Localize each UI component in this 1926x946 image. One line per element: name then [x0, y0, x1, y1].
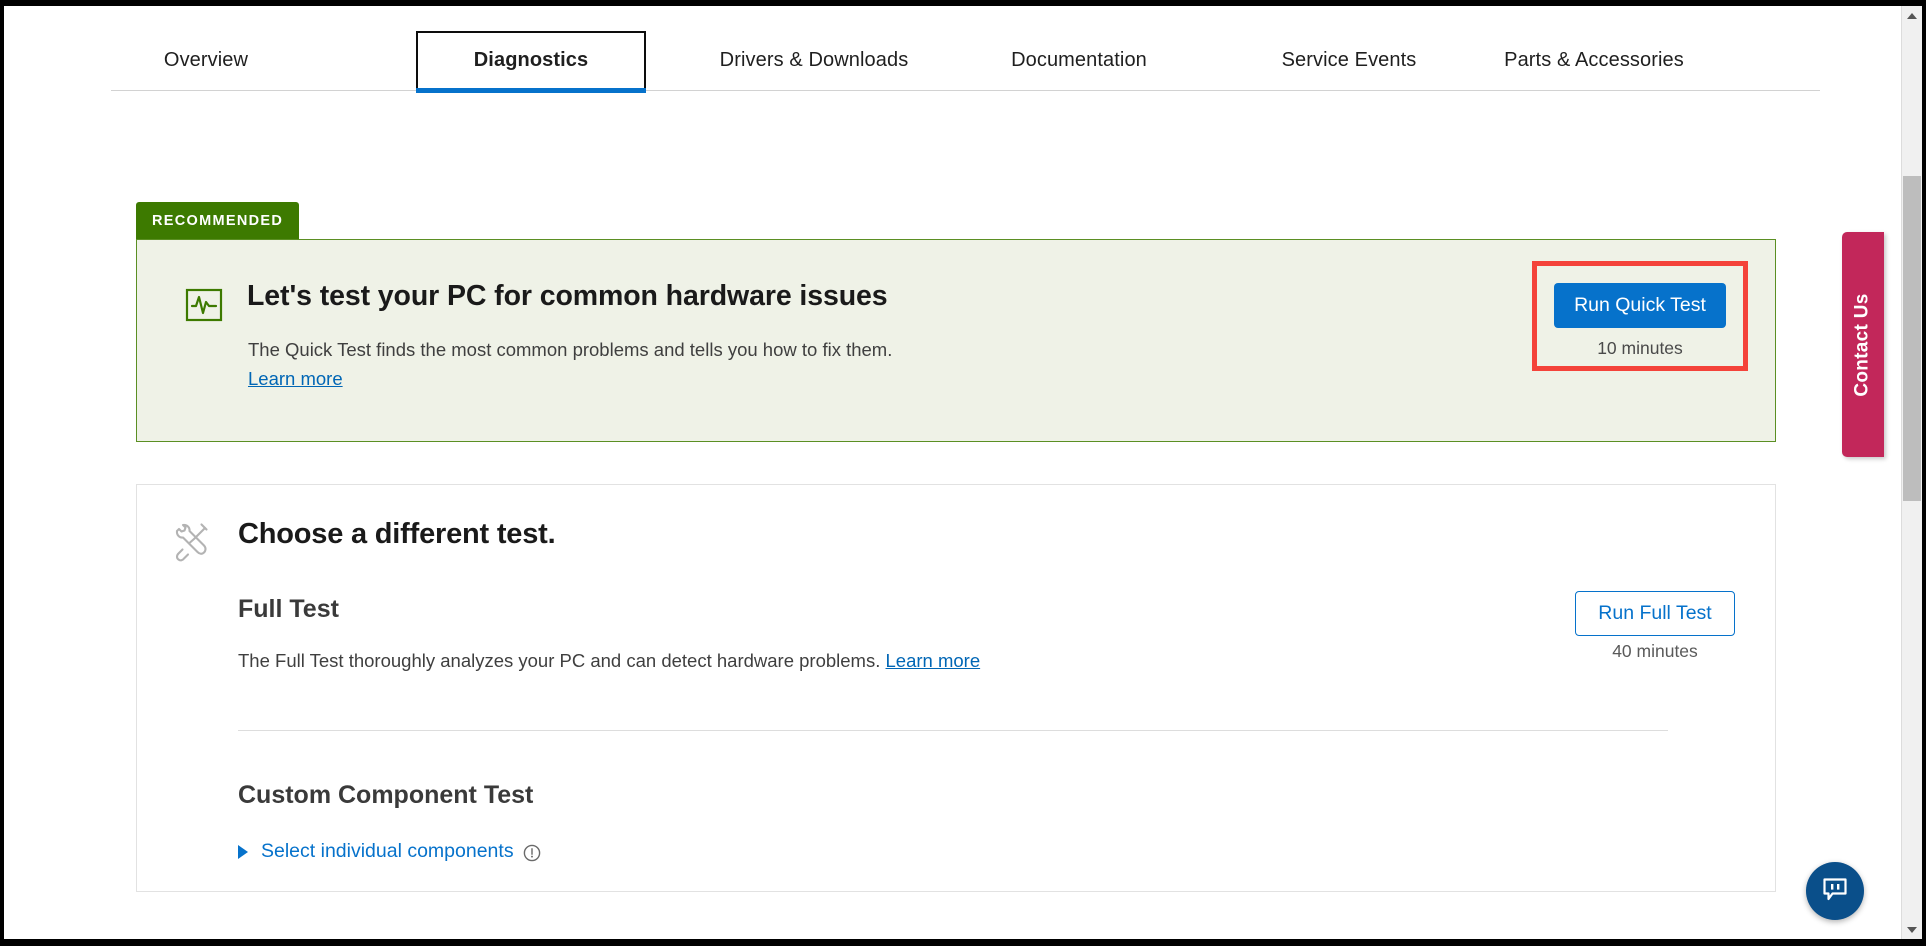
product-tab-bar: Overview Diagnostics Drivers & Downloads…: [4, 6, 1884, 93]
full-test-description: The Full Test thoroughly analyzes your P…: [238, 650, 980, 672]
full-test-description-text: The Full Test thoroughly analyzes your P…: [238, 650, 881, 671]
scroll-up-arrow-glyph: [1907, 12, 1917, 19]
contact-us-tab[interactable]: Contact Us: [1842, 232, 1884, 457]
tab-bar-divider: [111, 90, 1820, 91]
pulse-monitor-icon: [185, 286, 223, 324]
tab-service-events[interactable]: Service Events: [1244, 31, 1454, 90]
quick-test-title: Let's test your PC for common hardware i…: [247, 280, 888, 312]
chat-bubble-icon: [1820, 874, 1850, 909]
quick-test-card: Let's test your PC for common hardware i…: [136, 239, 1776, 442]
tab-documentation[interactable]: Documentation: [969, 31, 1189, 90]
chat-bubble-button[interactable]: [1806, 862, 1864, 920]
caret-right-icon: [238, 844, 248, 859]
run-quick-test-button[interactable]: Run Quick Test: [1554, 283, 1726, 328]
full-test-name: Full Test: [238, 595, 339, 623]
custom-component-test-name: Custom Component Test: [238, 781, 534, 809]
scroll-down-arrow-glyph: [1907, 926, 1917, 933]
choose-test-title: Choose a different test.: [238, 518, 556, 550]
scrollbar-thumb[interactable]: [1903, 176, 1921, 501]
tab-drivers-downloads[interactable]: Drivers & Downloads: [694, 31, 934, 90]
tab-diagnostics[interactable]: Diagnostics: [416, 31, 646, 93]
scroll-up-arrow-icon[interactable]: [1902, 6, 1922, 25]
select-individual-components-label: Select individual components: [261, 840, 514, 862]
full-test-learn-more-link[interactable]: Learn more: [886, 650, 981, 671]
full-test-duration: 40 minutes: [1612, 641, 1698, 661]
browser-frame: Overview Diagnostics Drivers & Downloads…: [0, 0, 1926, 946]
recommended-badge-label: RECOMMENDED: [152, 212, 284, 229]
exclamation-circle-icon[interactable]: [523, 844, 541, 862]
run-full-test-button[interactable]: Run Full Test: [1575, 591, 1735, 636]
test-list-divider: [238, 730, 1668, 731]
scroll-down-arrow-icon[interactable]: [1902, 920, 1922, 939]
quick-test-learn-more-link[interactable]: Learn more: [248, 368, 343, 390]
choose-different-test-card: Choose a different test. Full Test The F…: [136, 484, 1776, 892]
tab-parts-accessories[interactable]: Parts & Accessories: [1469, 31, 1719, 90]
select-individual-components-row[interactable]: Select individual components: [238, 840, 541, 863]
tab-overview[interactable]: Overview: [111, 31, 301, 90]
contact-us-label: Contact Us: [1852, 292, 1874, 397]
page-viewport: Overview Diagnostics Drivers & Downloads…: [4, 6, 1922, 939]
quick-test-duration: 10 minutes: [1597, 338, 1683, 358]
tools-icon: [171, 522, 213, 564]
quick-test-description: The Quick Test finds the most common pro…: [248, 339, 893, 360]
page-scrollbar[interactable]: [1901, 6, 1922, 939]
recommended-badge: RECOMMENDED: [136, 202, 300, 239]
